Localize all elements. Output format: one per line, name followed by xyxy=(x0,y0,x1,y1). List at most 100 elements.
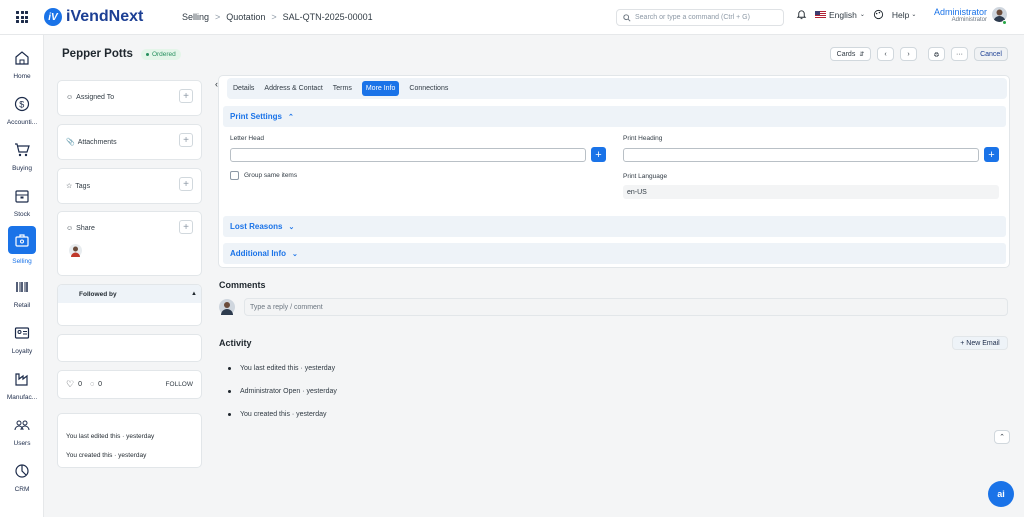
follow-button[interactable]: FOLLOW xyxy=(166,381,193,388)
sidebar-item-crm[interactable]: CRM xyxy=(0,460,44,493)
add-share-button[interactable]: + xyxy=(179,220,193,234)
svg-text:$: $ xyxy=(19,100,24,110)
tab-terms[interactable]: Terms xyxy=(333,85,352,92)
share-label: Share xyxy=(76,225,95,232)
chevron-down-icon: ⌄ xyxy=(288,223,295,231)
page-header: Pepper Potts Ordered xyxy=(62,48,181,60)
attachments-card: 📎 Attachments + xyxy=(57,124,202,160)
sidebar: Home $ Accounti... Buying Stock Selling … xyxy=(0,35,44,517)
logo-mark: iV xyxy=(44,8,62,26)
sidebar-item-manufacturing[interactable]: Manufac... xyxy=(0,368,44,401)
bell-icon[interactable] xyxy=(796,9,807,20)
sidebar-item-home[interactable]: Home xyxy=(0,47,44,80)
sidebar-label: Retail xyxy=(13,302,31,309)
tab-details[interactable]: Details xyxy=(233,85,254,92)
id-card-icon xyxy=(14,327,30,339)
empty-card xyxy=(57,334,202,362)
user-role: Administrator xyxy=(951,17,987,23)
chevron-up-icon: ⌃ xyxy=(288,113,294,121)
language-select[interactable]: English ⌄ xyxy=(815,10,865,20)
sidebar-item-users[interactable]: Users xyxy=(0,414,44,447)
app-logo[interactable]: iV iVendNext xyxy=(44,8,143,26)
tab-connections[interactable]: Connections xyxy=(409,85,448,92)
next-doc-button[interactable]: › xyxy=(900,47,917,61)
sidebar-item-retail[interactable]: Retail xyxy=(0,276,44,309)
print-button[interactable] xyxy=(928,47,945,61)
comments-title: Comments xyxy=(219,280,266,290)
cards-label: Cards xyxy=(836,50,856,58)
paperclip-icon: 📎 xyxy=(66,139,75,146)
collapse-icon[interactable]: ▲ xyxy=(191,291,197,297)
scroll-top-button[interactable]: ⌃ xyxy=(994,430,1010,444)
group-same-label: Group same items xyxy=(244,172,298,179)
header-actions: Cards ⇵ ‹ › ··· Cancel xyxy=(830,47,1008,61)
history-card: You last edited this · yesterday You cre… xyxy=(57,413,202,468)
palette-icon[interactable] xyxy=(873,9,884,20)
chevron-right-icon: > xyxy=(215,12,221,22)
comment-placeholder: Type a reply / comment xyxy=(250,303,323,311)
print-settings-header[interactable]: Print Settings ⌃ xyxy=(223,106,1006,127)
view-cards-button[interactable]: Cards ⇵ xyxy=(830,47,871,61)
updown-icon: ⇵ xyxy=(859,51,865,58)
like-count: 0 xyxy=(78,381,82,388)
chevron-up-icon: ⌃ xyxy=(999,434,1005,441)
sidebar-item-stock[interactable]: Stock xyxy=(0,185,44,218)
sidebar-label: Buying xyxy=(12,165,32,172)
apps-grid-icon[interactable] xyxy=(16,11,28,23)
sidebar-label: Stock xyxy=(13,211,31,218)
breadcrumb-quotation[interactable]: Quotation xyxy=(226,12,265,22)
sidebar-item-selling[interactable]: Selling xyxy=(0,226,44,265)
cart-icon xyxy=(15,143,30,157)
more-actions-button[interactable]: ··· xyxy=(951,47,968,61)
breadcrumb: Selling > Quotation > SAL-QTN-2025-00001 xyxy=(182,12,373,22)
share-card: ☺ Share + xyxy=(57,211,202,276)
new-email-button[interactable]: + New Email xyxy=(952,336,1008,350)
breadcrumb-selling[interactable]: Selling xyxy=(182,12,209,22)
print-language-field[interactable]: en-US xyxy=(623,185,999,199)
search-placeholder: Search or type a command (Ctrl + G) xyxy=(635,14,750,21)
add-tag-button[interactable]: + xyxy=(179,177,193,191)
followed-by-label: Followed by xyxy=(79,290,117,298)
sidebar-item-accounting[interactable]: $ Accounti... xyxy=(0,93,44,126)
previous-doc-button[interactable]: ‹ xyxy=(877,47,894,61)
add-print-heading-button[interactable]: + xyxy=(984,147,999,162)
add-letter-head-button[interactable]: + xyxy=(591,147,606,162)
users-icon xyxy=(14,420,30,431)
us-flag-icon xyxy=(815,11,826,18)
sidebar-label: Accounti... xyxy=(6,119,38,126)
print-heading-field[interactable] xyxy=(623,148,979,162)
cancel-button[interactable]: Cancel xyxy=(974,47,1008,61)
activity-item: You created this · yesterday xyxy=(228,411,327,418)
crm-icon xyxy=(15,464,29,478)
dollar-icon: $ xyxy=(14,96,30,112)
additional-info-header[interactable]: Additional Info ⌄ xyxy=(223,243,1006,264)
user-menu[interactable]: Administrator Administrator xyxy=(930,7,987,23)
activity-title: Activity xyxy=(219,338,252,348)
section-title: Additional Info xyxy=(230,249,286,258)
sidebar-label: Loyalty xyxy=(11,348,33,355)
avatar[interactable] xyxy=(69,244,82,257)
lost-reasons-header[interactable]: Lost Reasons ⌄ xyxy=(223,216,1006,237)
letter-head-field[interactable] xyxy=(230,148,586,162)
help-menu[interactable]: Help ⌄ xyxy=(892,10,917,20)
heart-icon[interactable]: ♡ xyxy=(66,379,74,390)
top-bar: iV iVendNext Selling > Quotation > SAL-Q… xyxy=(0,0,1024,35)
tab-more-info[interactable]: More Info xyxy=(361,81,400,96)
search-input[interactable]: Search or type a command (Ctrl + G) xyxy=(616,9,784,26)
form-tabs: Details Address & Contact Terms More Inf… xyxy=(227,78,1007,99)
assigned-to-label: Assigned To xyxy=(76,94,115,101)
letter-head-label: Letter Head xyxy=(230,135,264,142)
sidebar-label: Selling xyxy=(12,258,32,265)
sidebar-item-loyalty[interactable]: Loyalty xyxy=(0,322,44,355)
add-assignee-button[interactable]: + xyxy=(179,89,193,103)
online-status-dot xyxy=(1002,20,1007,25)
comment-input[interactable]: Type a reply / comment xyxy=(244,298,1008,316)
factory-icon xyxy=(15,373,28,386)
tab-address-contact[interactable]: Address & Contact xyxy=(264,85,322,92)
add-attachment-button[interactable]: + xyxy=(179,133,193,147)
assigned-to-card: ☺ Assigned To + xyxy=(57,80,202,116)
ai-assistant-button[interactable]: ai xyxy=(988,481,1014,507)
created-text: You created this · yesterday xyxy=(66,452,147,459)
sidebar-item-buying[interactable]: Buying xyxy=(0,139,44,172)
group-same-checkbox[interactable] xyxy=(230,171,239,180)
